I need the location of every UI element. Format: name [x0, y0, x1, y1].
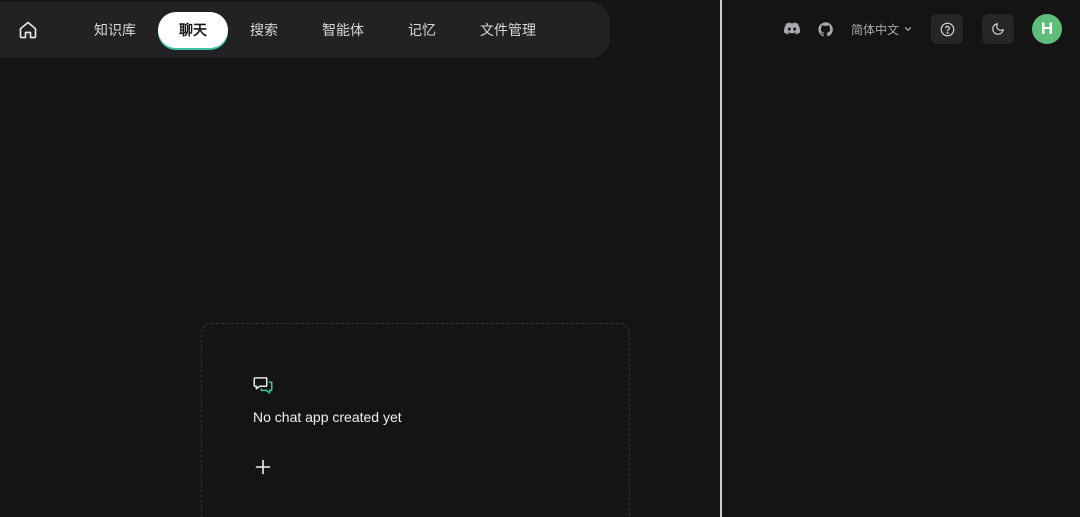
app-root: 知识库 聊天 搜索 智能体 记忆 文件管理 简体中文 H No chat app… — [0, 0, 1080, 517]
help-button[interactable] — [931, 14, 963, 44]
discord-icon — [783, 22, 800, 35]
nav-tabs: 知识库 聊天 搜索 智能体 记忆 文件管理 — [72, 12, 558, 48]
header-tools: 简体中文 H — [783, 14, 1062, 44]
moon-icon — [992, 23, 1004, 35]
tab-search[interactable]: 搜索 — [228, 12, 300, 48]
github-icon — [818, 21, 834, 36]
discord-link[interactable] — [783, 20, 801, 38]
chat-bubbles-icon — [253, 377, 273, 394]
tab-memory[interactable]: 记忆 — [386, 12, 458, 48]
github-link[interactable] — [817, 20, 835, 38]
chevron-down-icon — [904, 27, 912, 31]
language-selector[interactable]: 简体中文 — [851, 21, 913, 38]
top-navigation: 知识库 聊天 搜索 智能体 记忆 文件管理 — [0, 2, 610, 58]
vertical-divider[interactable] — [720, 0, 722, 517]
tab-file-management[interactable]: 文件管理 — [458, 12, 558, 48]
tab-chat[interactable]: 聊天 — [158, 12, 228, 48]
home-icon — [19, 21, 37, 39]
language-label: 简体中文 — [850, 22, 899, 37]
tab-agents[interactable]: 智能体 — [300, 12, 386, 48]
plus-icon — [255, 459, 271, 475]
empty-state-message: No chat app created yet — [253, 409, 402, 425]
user-avatar[interactable]: H — [1032, 14, 1062, 44]
empty-state-card: No chat app created yet — [201, 323, 630, 517]
theme-toggle-button[interactable] — [982, 14, 1014, 44]
help-circle-icon — [940, 22, 954, 36]
home-button[interactable] — [16, 18, 40, 42]
create-chat-app-button[interactable] — [253, 457, 273, 477]
tab-knowledge-base[interactable]: 知识库 — [72, 12, 158, 48]
